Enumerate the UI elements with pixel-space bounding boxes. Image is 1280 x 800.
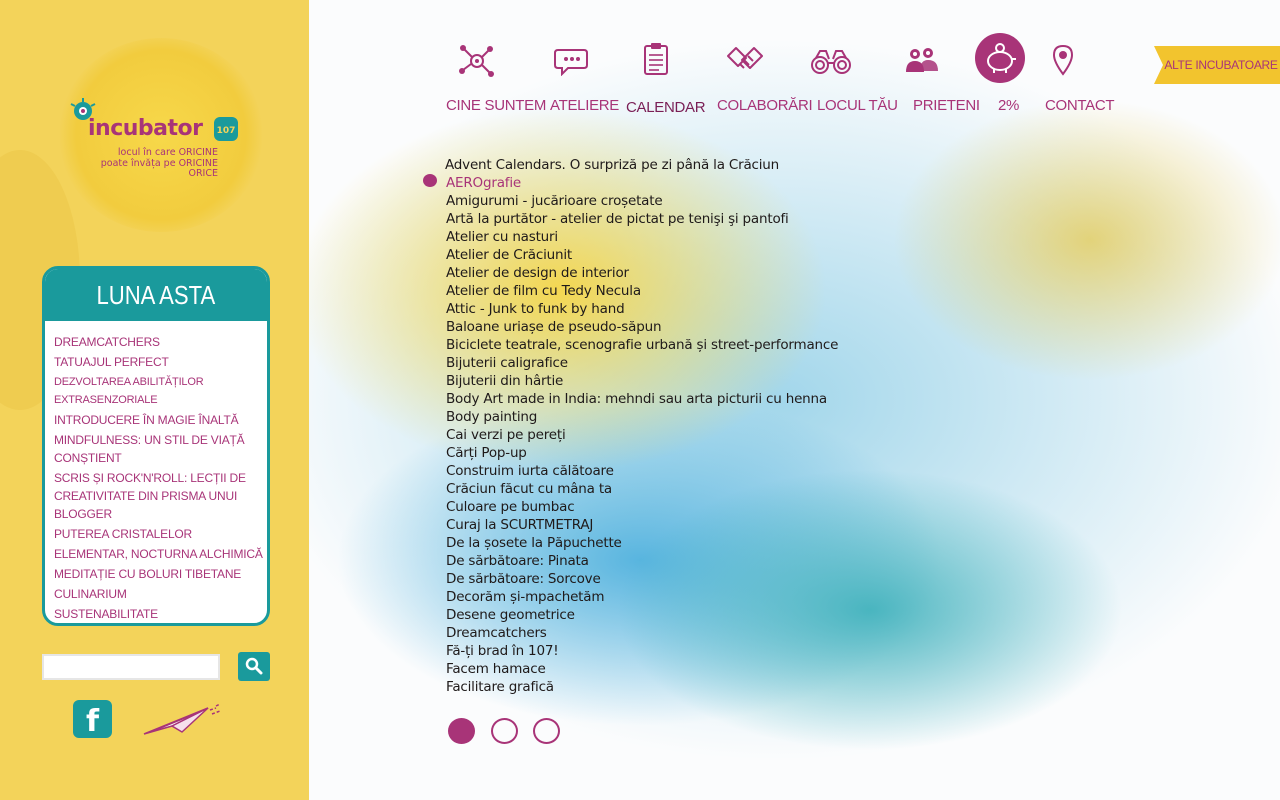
nav-label: ATELIERE <box>550 97 620 114</box>
piggy-bank-icon <box>975 33 1025 83</box>
workshop-item[interactable]: Attic - Junk to funk by hand <box>446 300 838 318</box>
alte-incubatoare-button[interactable]: ALTE INCUBATOARE <box>1154 46 1280 84</box>
luna-item[interactable]: SUSTENABILITATE <box>54 605 263 623</box>
search-input[interactable] <box>42 654 220 680</box>
workshop-item[interactable]: Fă-ți brad în 107! <box>446 642 838 660</box>
workshop-item[interactable]: Construim iurta călătoare <box>446 462 838 480</box>
page-dot-3[interactable] <box>533 718 560 744</box>
logo[interactable]: incubator 107 locul în care ORICINE poat… <box>58 38 264 232</box>
luna-item[interactable]: MINDFULNESS: UN STIL DE VIAȚĂ CONȘTIENT <box>54 431 263 467</box>
workshop-item[interactable]: Cai verzi pe pereți <box>446 426 838 444</box>
nav-label: COLABORĂRI <box>717 97 813 114</box>
workshop-item[interactable]: De sărbătoare: Pinata <box>446 552 838 570</box>
workshop-item[interactable]: Decorăm și-mpachetăm <box>446 588 838 606</box>
map-pin-icon <box>1052 44 1074 76</box>
workshop-item[interactable]: Artă la purtător - atelier de pictat pe … <box>446 210 838 228</box>
luna-item[interactable]: ELEMENTAR, NOCTURNA ALCHIMICĂ <box>54 545 263 563</box>
logo-tagline: locul în care ORICINE poate învăța pe OR… <box>100 147 218 179</box>
luna-item[interactable]: DREAMCATCHERS <box>54 333 263 351</box>
luna-item[interactable]: CULINARIUM <box>54 585 263 603</box>
workshop-item[interactable]: Baloane uriașe de pseudo-săpun <box>446 318 838 336</box>
luna-item[interactable]: INTRODUCERE ÎN MAGIE ÎNALTĂ <box>54 411 263 429</box>
workshop-item[interactable]: Atelier de Crăciunit <box>446 246 838 264</box>
workshop-item[interactable]: De sărbătoare: Sorcove <box>446 570 838 588</box>
nav-label: CONTACT <box>1045 97 1115 114</box>
logo-text: incubator <box>88 116 203 141</box>
luna-item[interactable]: SCRIS ȘI ROCK'N'ROLL: LECȚII DE CREATIVI… <box>54 469 263 523</box>
workshop-item[interactable]: Body Art made in India: mehndi sau arta … <box>446 390 838 408</box>
luna-asta-list: DREAMCATCHERS TATUAJUL PERFECT DEZVOLTAR… <box>45 321 267 623</box>
workshop-item[interactable]: Facem hamace <box>446 660 838 678</box>
workshop-item[interactable]: Atelier de design de interior <box>446 264 838 282</box>
workshop-item[interactable]: AEROgrafie <box>446 174 838 192</box>
workshop-item[interactable]: Bijuterii din hârtie <box>446 372 838 390</box>
handshake-icon <box>727 47 763 69</box>
workshop-list: Advent Calendars. O surpriză pe zi până … <box>445 156 838 696</box>
workshop-item[interactable]: Facilitare grafică <box>446 678 838 696</box>
workshop-item[interactable]: Advent Calendars. O surpriză pe zi până … <box>445 156 838 174</box>
workshop-item[interactable]: De la șosete la Păpuchette <box>446 534 838 552</box>
speech-bubble-icon <box>554 49 588 76</box>
sidebar: incubator 107 locul în care ORICINE poat… <box>0 0 309 800</box>
nav-label: 2% <box>998 97 1020 114</box>
workshop-item[interactable]: Bijuterii caligrafice <box>446 354 838 372</box>
facebook-button[interactable]: f <box>73 700 112 738</box>
luna-item[interactable]: MEDITAȚIE CU BOLURI TIBETANE <box>54 565 263 583</box>
luna-item[interactable]: PUTEREA CRISTALELOR <box>54 525 263 543</box>
search-button[interactable] <box>238 652 270 681</box>
facebook-icon: f <box>85 704 100 738</box>
molecule-icon <box>459 45 494 77</box>
luna-item[interactable]: TATUAJUL PERFECT <box>54 353 263 371</box>
workshop-item[interactable]: Desene geometrice <box>446 606 838 624</box>
logo-badge: 107 <box>214 117 238 141</box>
workshop-item[interactable]: Atelier cu nasturi <box>446 228 838 246</box>
search-icon <box>245 657 263 675</box>
workshop-item[interactable]: Crăciun făcut cu mâna ta <box>446 480 838 498</box>
nav-label: CINE SUNTEM <box>446 97 547 114</box>
luna-asta-panel: LUNA ASTA DREAMCATCHERS TATUAJUL PERFECT… <box>42 266 270 626</box>
workshop-item[interactable]: Atelier de film cu Tedy Necula <box>446 282 838 300</box>
workshop-item[interactable]: Biciclete teatrale, scenografie urbană ș… <box>446 336 838 354</box>
workshop-item[interactable]: Dreamcatchers <box>446 624 838 642</box>
binoculars-icon <box>811 50 851 74</box>
page-dot-2[interactable] <box>491 718 518 744</box>
workshop-item[interactable]: Cărți Pop-up <box>446 444 838 462</box>
selected-bullet <box>423 174 437 187</box>
workshop-item[interactable]: Curaj la SCURTMETRAJ <box>446 516 838 534</box>
luna-asta-title: LUNA ASTA <box>45 269 267 324</box>
clipboard-icon <box>644 43 668 75</box>
nav-label: LOCUL TĂU <box>817 97 898 114</box>
workshop-item[interactable]: Body painting <box>446 408 838 426</box>
paper-plane-icon[interactable] <box>142 702 226 738</box>
workshop-item[interactable]: Culoare pe bumbac <box>446 498 838 516</box>
people-icon <box>906 48 938 72</box>
workshop-item[interactable]: Amigurumi - jucărioare croșetate <box>446 192 838 210</box>
nav-label-active: CALENDAR <box>626 99 706 116</box>
page-dot-1[interactable] <box>448 718 475 744</box>
nav-label: PRIETENI <box>913 97 980 114</box>
luna-item[interactable]: DEZVOLTAREA ABILITĂȚILOR EXTRASENZORIALE <box>54 373 263 409</box>
